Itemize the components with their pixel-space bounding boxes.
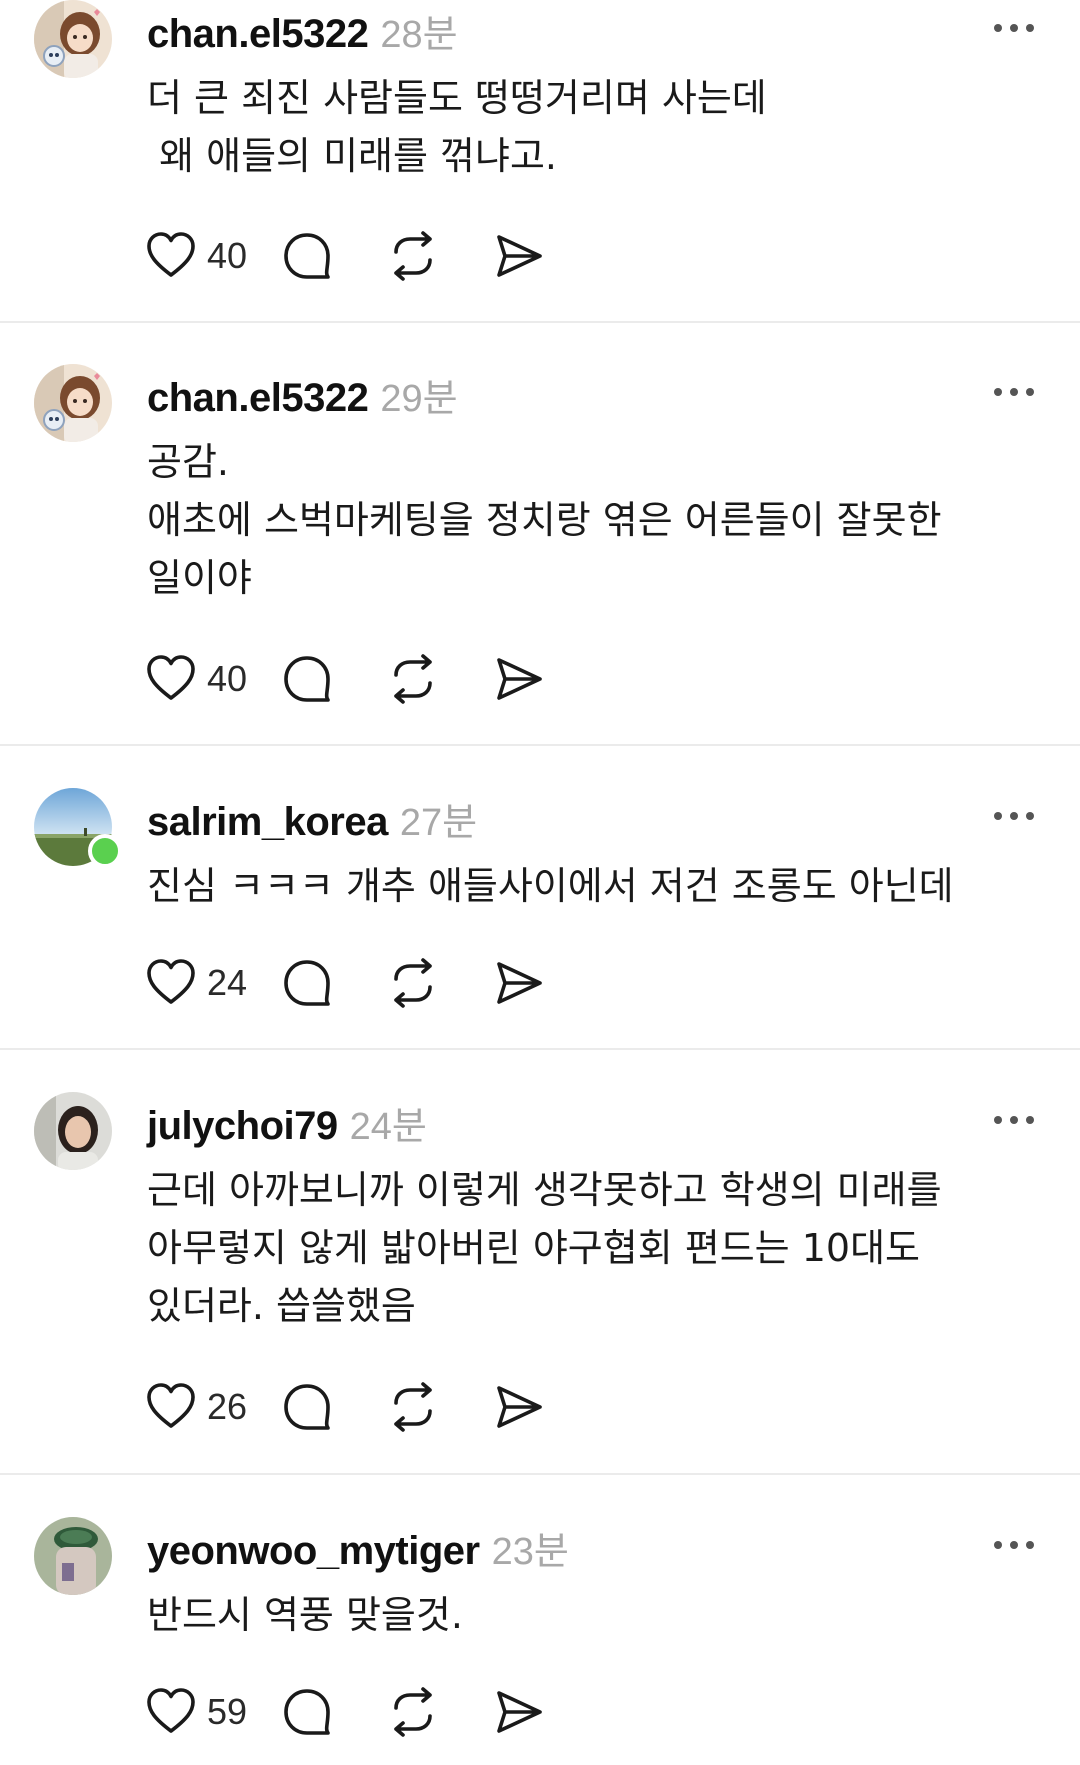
- avatar[interactable]: [34, 788, 122, 868]
- paper-plane-icon: [497, 1691, 542, 1733]
- reply-button[interactable]: [281, 649, 333, 709]
- comment-item: salrim_korea 27분 진심 ㅋㅋㅋ 개추 애들사이에서 저건 조롱도…: [0, 746, 1080, 1048]
- timestamp: 28분: [380, 14, 458, 56]
- like-button[interactable]: 26: [145, 1377, 247, 1437]
- action-bar: 59: [145, 1682, 625, 1742]
- action-bar: 24: [145, 953, 625, 1013]
- more-dots-icon[interactable]: [994, 810, 1034, 822]
- avatar[interactable]: [34, 364, 112, 442]
- repost-button[interactable]: [387, 953, 439, 1013]
- comment-header: chan.el5322 28분: [147, 3, 458, 56]
- comment-text: 더 큰 죄진 사람들도 떵떵거리며 사는데 왜 애들의 미래를 꺾냐고.: [147, 76, 767, 178]
- comment-text: 반드시 역풍 맞을것.: [147, 1593, 463, 1637]
- comment-item: julychoi79 24분 근데 아까보니까 이렇게 생각못하고 학생의 미래…: [0, 1050, 1080, 1474]
- timestamp: 23분: [491, 1531, 569, 1573]
- like-count: 26: [207, 1386, 248, 1427]
- share-button[interactable]: [493, 649, 545, 709]
- like-button[interactable]: 40: [145, 649, 247, 709]
- share-button[interactable]: [493, 226, 545, 286]
- comment-text: 근데 아까보니까 이렇게 생각못하고 학생의 미래를 아무렇지 않게 밟아버린 …: [147, 1168, 942, 1328]
- comment-header: julychoi79 24분: [147, 1095, 427, 1148]
- like-button[interactable]: 24: [145, 953, 247, 1013]
- share-button[interactable]: [493, 1377, 545, 1437]
- comment-text: 진심 ㅋㅋㅋ 개추 애들사이에서 저건 조롱도 아닌데: [147, 864, 954, 908]
- repost-icon: [394, 654, 432, 704]
- username[interactable]: salrim_korea: [147, 800, 388, 845]
- repost-button[interactable]: [387, 1377, 439, 1437]
- action-bar: 40: [145, 649, 625, 709]
- speech-bubble-icon: [284, 233, 330, 279]
- repost-icon: [394, 231, 432, 281]
- reply-button[interactable]: [281, 226, 333, 286]
- paper-plane-icon: [497, 658, 542, 700]
- comment-header: salrim_korea 27분: [147, 791, 477, 844]
- like-button[interactable]: 59: [145, 1682, 247, 1742]
- timestamp: 27분: [399, 802, 478, 844]
- timestamp: 24분: [349, 1106, 427, 1148]
- like-button[interactable]: 40: [145, 226, 247, 286]
- heart-icon: [147, 959, 195, 1004]
- speech-bubble-icon: [284, 656, 330, 702]
- like-count: 24: [207, 962, 248, 1003]
- action-bar: 26: [145, 1377, 625, 1437]
- repost-button[interactable]: [387, 649, 439, 709]
- repost-icon: [394, 1687, 432, 1737]
- action-bar: 40: [145, 226, 625, 286]
- reply-button[interactable]: [281, 1682, 333, 1742]
- paper-plane-icon: [497, 235, 542, 277]
- comment-header: chan.el5322 29분: [147, 367, 458, 420]
- comment-item: chan.el5322 29분 공감. 애초에 스벅마케팅을 정치랑 엮은 어른…: [0, 322, 1080, 744]
- paper-plane-icon: [497, 1386, 542, 1428]
- avatar[interactable]: [34, 1092, 112, 1170]
- repost-icon: [394, 1382, 432, 1432]
- repost-icon: [394, 958, 432, 1008]
- heart-icon: [147, 655, 195, 700]
- repost-button[interactable]: [387, 226, 439, 286]
- more-dots-icon[interactable]: [994, 386, 1034, 398]
- repost-button[interactable]: [387, 1682, 439, 1742]
- like-count: 59: [207, 1691, 248, 1732]
- speech-bubble-icon: [284, 960, 330, 1006]
- comment-text: 공감. 애초에 스벅마케팅을 정치랑 엮은 어른들이 잘못한 일이야: [147, 440, 942, 600]
- username[interactable]: yeonwoo_mytiger: [147, 1529, 480, 1574]
- like-count: 40: [207, 658, 248, 699]
- comment-item: chan.el5322 28분 더 큰 죄진 사람들도 떵떵거리며 사는데 왜 …: [0, 0, 1080, 322]
- username[interactable]: chan.el5322: [147, 376, 369, 421]
- username[interactable]: chan.el5322: [147, 12, 369, 57]
- more-dots-icon[interactable]: [994, 22, 1034, 34]
- online-status-indicator: [88, 834, 122, 868]
- paper-plane-icon: [497, 962, 542, 1004]
- timestamp: 29분: [380, 378, 458, 420]
- more-dots-icon[interactable]: [994, 1539, 1034, 1551]
- heart-icon: [147, 1383, 195, 1428]
- avatar[interactable]: [34, 0, 112, 78]
- share-button[interactable]: [493, 953, 545, 1013]
- speech-bubble-icon: [284, 1689, 330, 1735]
- comment-header: yeonwoo_mytiger 23분: [147, 1520, 569, 1573]
- like-count: 40: [207, 235, 248, 276]
- avatar[interactable]: [34, 1517, 112, 1595]
- speech-bubble-icon: [284, 1384, 330, 1430]
- comment-item: yeonwoo_mytiger 23분 반드시 역풍 맞을것. 59: [0, 1475, 1080, 1765]
- more-dots-icon[interactable]: [994, 1114, 1034, 1126]
- username[interactable]: julychoi79: [147, 1104, 338, 1149]
- reply-button[interactable]: [281, 953, 333, 1013]
- reply-button[interactable]: [281, 1377, 333, 1437]
- heart-icon: [147, 232, 195, 277]
- heart-icon: [147, 1688, 195, 1733]
- share-button[interactable]: [493, 1682, 545, 1742]
